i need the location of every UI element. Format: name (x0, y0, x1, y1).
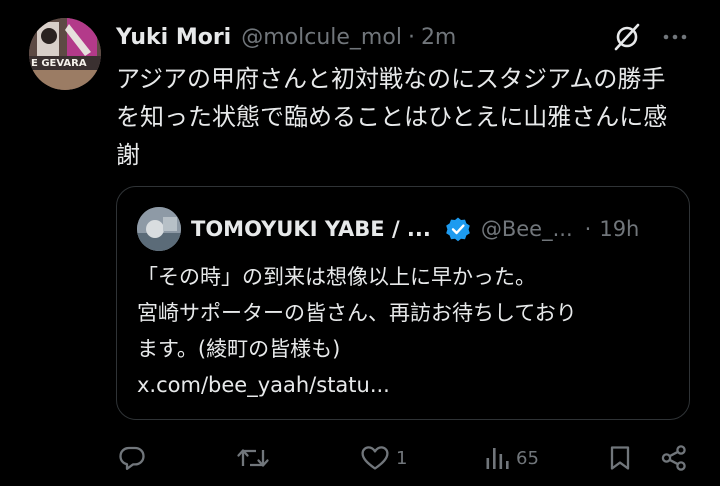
views-count: 65 (516, 447, 539, 469)
quote-header: TOMOYUKI YABE / ... @Bee_... · 19h (191, 211, 639, 247)
quote-timestamp[interactable]: 19h (599, 217, 639, 241)
more-options-icon[interactable] (662, 28, 688, 46)
quote-author-avatar[interactable] (137, 207, 181, 251)
views-button[interactable]: 65 (484, 444, 539, 472)
author-handle[interactable]: @molcule_mol (241, 25, 402, 50)
quote-author-handle[interactable]: @Bee_... (481, 217, 573, 241)
tweet[interactable]: E GEVARA Yuki Mori @molcule_mol · 2m アジア… (0, 0, 720, 486)
quoted-tweet[interactable]: TOMOYUKI YABE / ... @Bee_... · 19h 「その時」… (116, 186, 690, 420)
action-bar: 1 65 (0, 440, 720, 480)
like-count: 1 (396, 447, 408, 469)
retweet-button[interactable] (236, 444, 270, 472)
retweet-icon (237, 449, 269, 467)
heart-icon (361, 446, 389, 470)
tweet-timestamp[interactable]: 2m (421, 25, 456, 50)
reply-icon (119, 446, 145, 470)
avatar-text: E GEVARA (31, 58, 87, 69)
bookmark-button[interactable] (608, 444, 632, 472)
header-separator: · (407, 24, 415, 50)
views-icon (486, 448, 509, 469)
quote-text: 「その時」の到来は想像以上に早かった。 宮崎サポーターの皆さん、再訪お待ちしてお… (137, 265, 577, 397)
bookmark-icon (610, 446, 630, 470)
tweet-header: Yuki Mori @molcule_mol · 2m (116, 20, 456, 54)
quote-author-display-name[interactable]: TOMOYUKI YABE / ... (191, 217, 431, 241)
quote-header-separator: · (584, 217, 592, 241)
share-button[interactable] (660, 444, 688, 472)
reply-button[interactable] (118, 444, 146, 472)
like-button[interactable]: 1 (360, 444, 407, 472)
verified-badge-icon (446, 217, 470, 242)
tweet-text: アジアの甲府さんと初対戦なのにスタジアムの勝手 を知った状態で臨めることはひとえ… (116, 65, 668, 169)
share-icon (661, 445, 686, 471)
grok-icon[interactable] (612, 22, 642, 52)
author-display-name[interactable]: Yuki Mori (116, 25, 231, 50)
author-avatar[interactable]: E GEVARA (29, 18, 101, 90)
